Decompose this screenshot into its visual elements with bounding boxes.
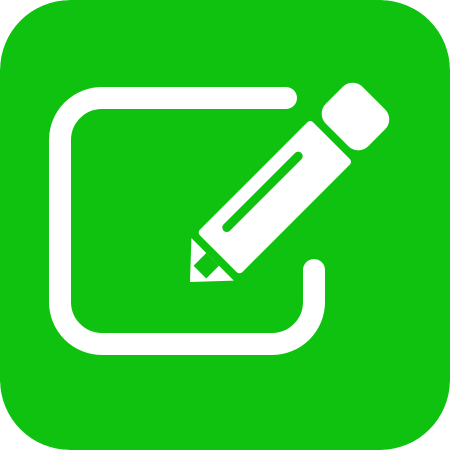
compose-edit-icon (0, 0, 450, 450)
app-icon[interactable] (0, 0, 450, 450)
